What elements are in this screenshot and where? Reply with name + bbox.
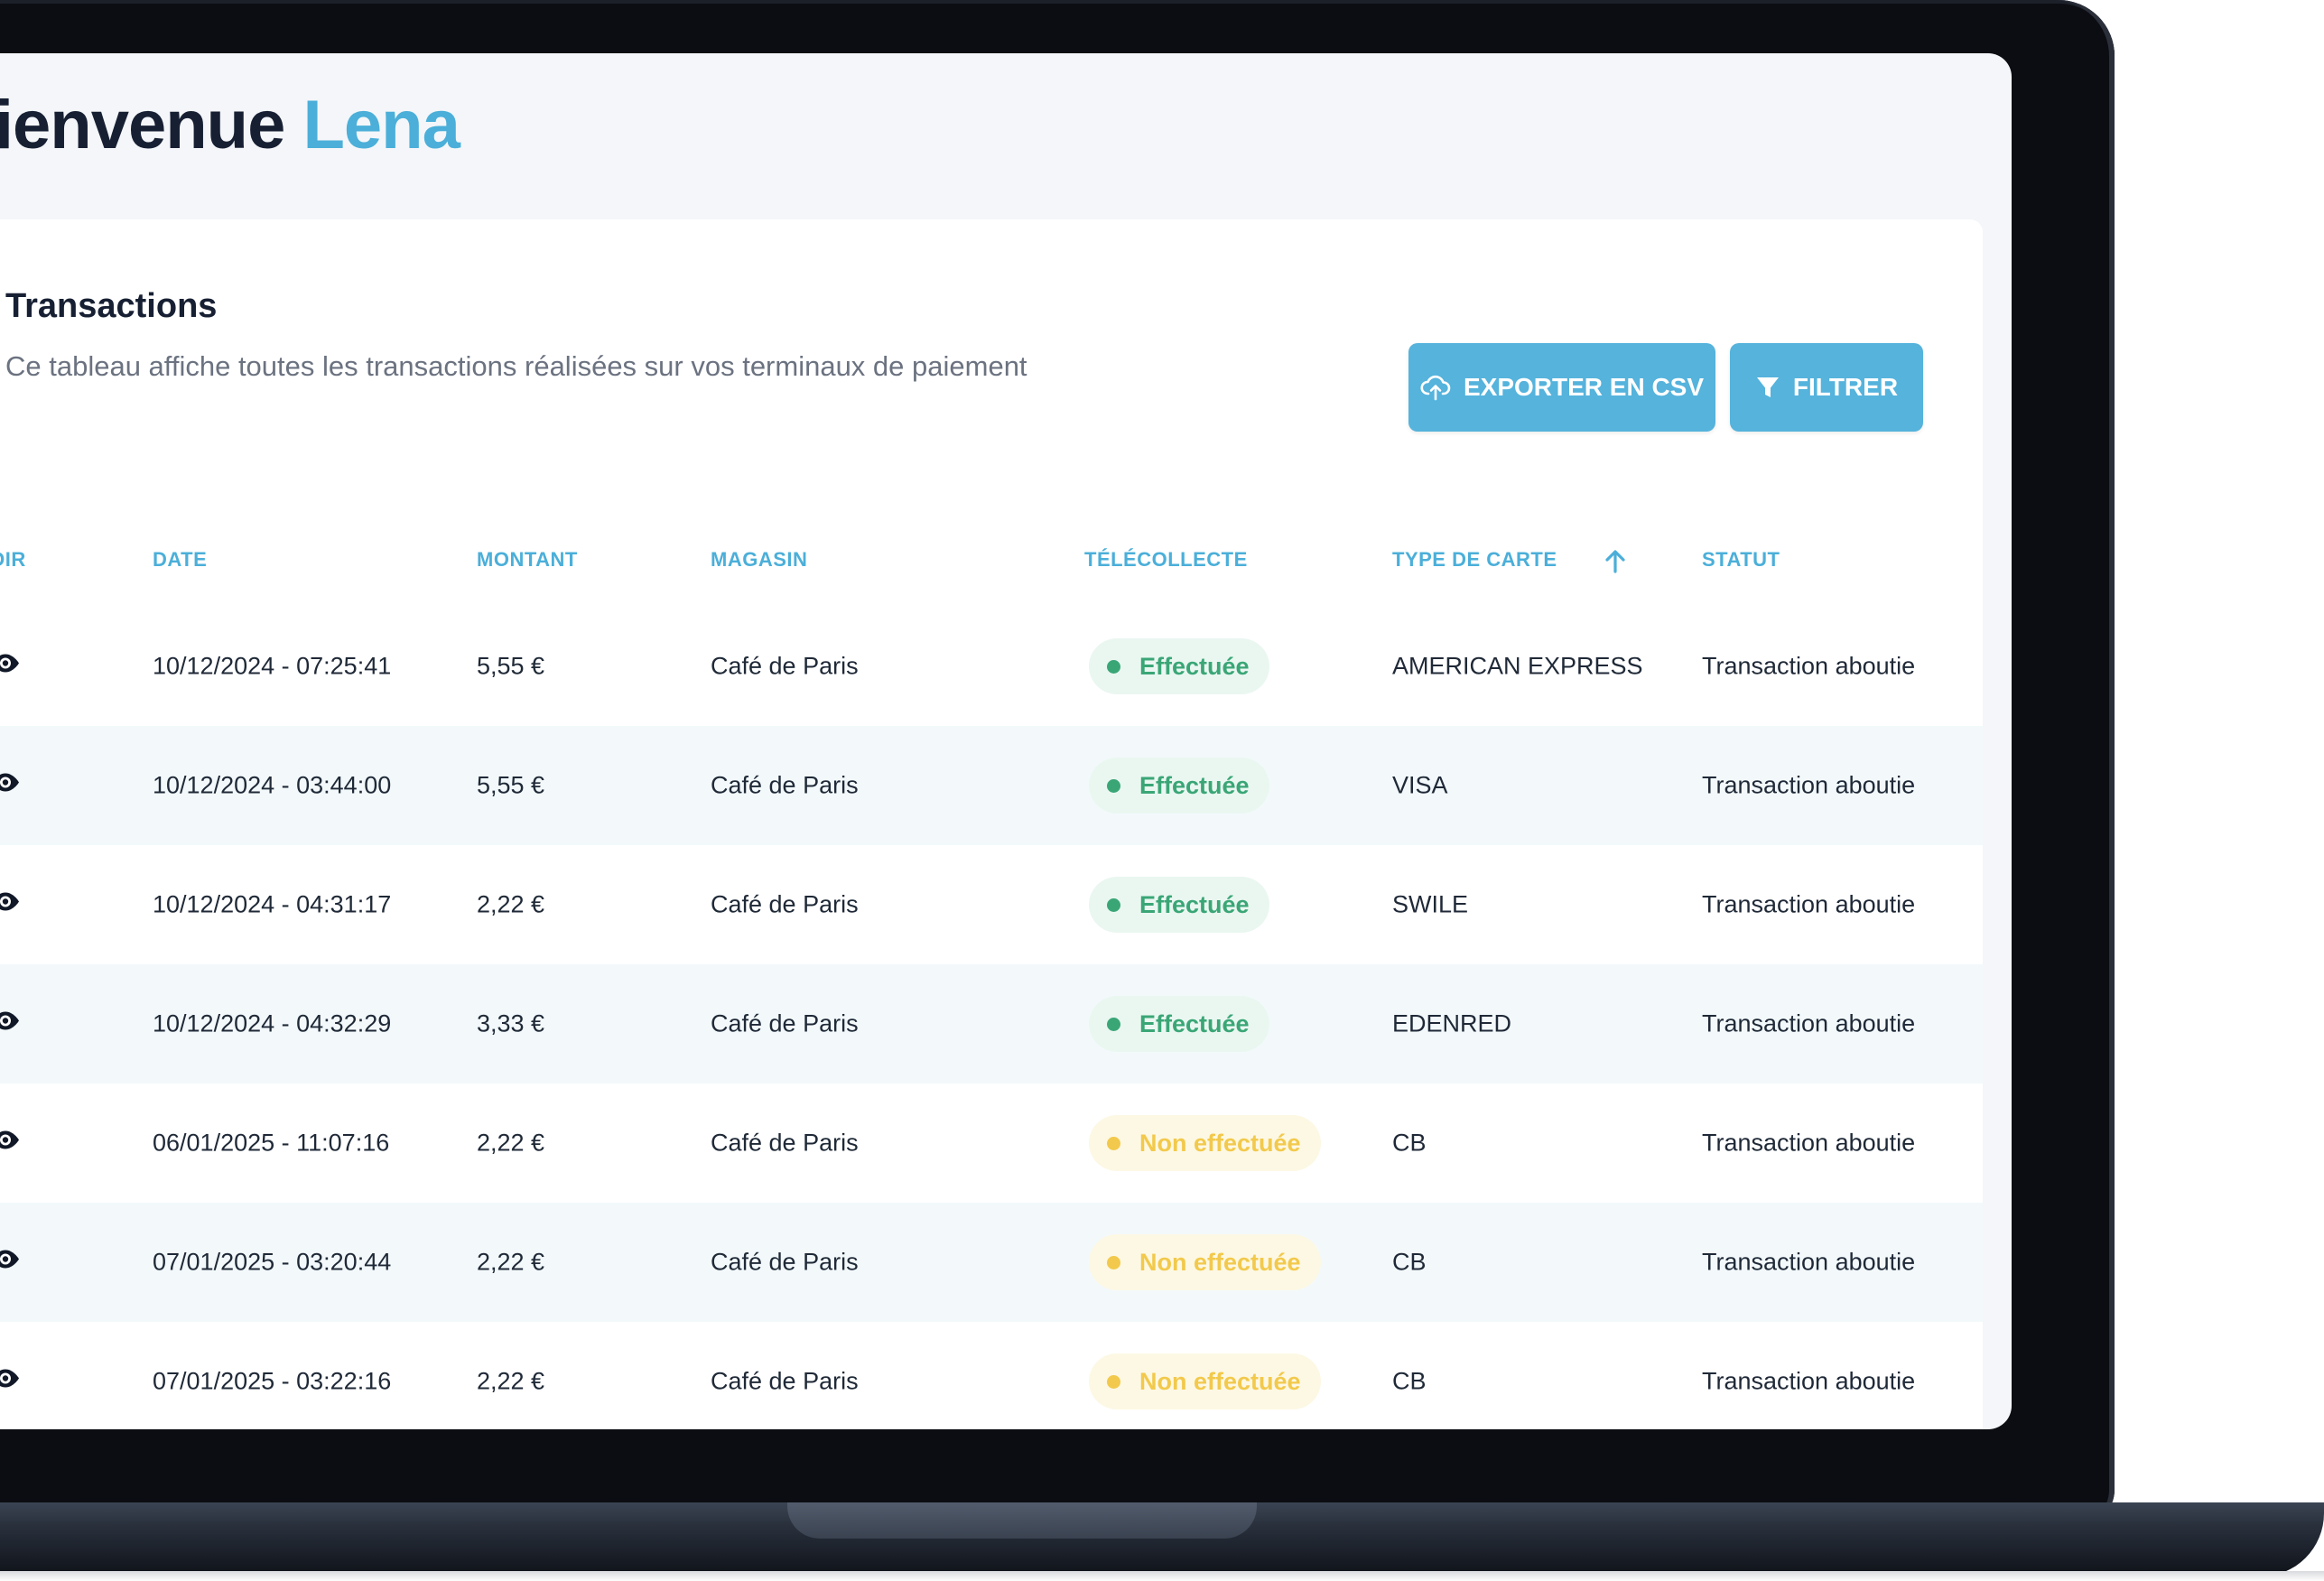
cell-card-type: AMERICAN EXPRESS bbox=[1392, 652, 1643, 680]
cell-amount: 2,22 € bbox=[477, 1248, 545, 1276]
cell-date: 10/12/2024 - 07:25:41 bbox=[153, 652, 392, 680]
cell-status: Transaction aboutie bbox=[1702, 1009, 1916, 1037]
telecollecte-badge: Effectuée bbox=[1089, 758, 1269, 814]
column-header-telecollecte[interactable]: TÉLÉCOLLECTE bbox=[1084, 548, 1248, 572]
laptop-mockup: Bienvenue Lena Transactions Ce tableau a… bbox=[0, 0, 2324, 1581]
table-row[interactable]: 06/01/2025 - 11:07:16 2,22 € Café de Par… bbox=[0, 1083, 1983, 1203]
eye-icon[interactable] bbox=[0, 891, 22, 919]
cell-card-type: VISA bbox=[1392, 771, 1448, 799]
cell-amount: 2,22 € bbox=[477, 890, 545, 918]
telecollecte-badge: Effectuée bbox=[1089, 996, 1269, 1052]
column-header-montant[interactable]: MONTANT bbox=[477, 548, 578, 572]
cell-amount: 2,22 € bbox=[477, 1129, 545, 1157]
table-row[interactable]: 10/12/2024 - 07:25:41 5,55 € Café de Par… bbox=[0, 607, 1983, 726]
filter-icon bbox=[1755, 375, 1780, 400]
eye-icon[interactable] bbox=[0, 1010, 22, 1038]
arrow-up-icon[interactable] bbox=[1604, 549, 1627, 579]
column-header-type-de-carte[interactable]: TYPE DE CARTE bbox=[1392, 548, 1557, 572]
table-row[interactable]: 07/01/2025 - 03:20:44 2,22 € Café de Par… bbox=[0, 1203, 1983, 1322]
cell-store: Café de Paris bbox=[711, 771, 859, 799]
column-header-date[interactable]: DATE bbox=[153, 548, 207, 572]
filter-label: FILTRER bbox=[1792, 373, 1899, 401]
cell-store: Café de Paris bbox=[711, 1367, 859, 1395]
telecollecte-badge: Non effectuée bbox=[1089, 1353, 1321, 1409]
laptop-bezel: Bienvenue Lena Transactions Ce tableau a… bbox=[0, 0, 2115, 1526]
cloud-upload-icon bbox=[1420, 374, 1451, 401]
cell-status: Transaction aboutie bbox=[1702, 890, 1916, 918]
cell-card-type: CB bbox=[1392, 1367, 1427, 1395]
cell-card-type: CB bbox=[1392, 1129, 1427, 1157]
laptop-shadow bbox=[0, 1571, 2324, 1581]
page-title: Bienvenue Lena bbox=[0, 86, 460, 164]
cell-date: 07/01/2025 - 03:22:16 bbox=[153, 1367, 392, 1395]
cell-card-type: EDENRED bbox=[1392, 1009, 1512, 1037]
cell-amount: 3,33 € bbox=[477, 1009, 545, 1037]
cell-store: Café de Paris bbox=[711, 652, 859, 680]
cell-date: 10/12/2024 - 04:31:17 bbox=[153, 890, 392, 918]
cell-status: Transaction aboutie bbox=[1702, 652, 1916, 680]
table-row[interactable]: 10/12/2024 - 03:44:00 5,55 € Café de Par… bbox=[0, 726, 1983, 845]
app-screen: Bienvenue Lena Transactions Ce tableau a… bbox=[0, 53, 2012, 1429]
cell-date: 06/01/2025 - 11:07:16 bbox=[153, 1129, 390, 1157]
export-csv-label: EXPORTER EN CSV bbox=[1463, 373, 1705, 401]
greeting-text: Bienvenue bbox=[0, 87, 285, 163]
cell-store: Café de Paris bbox=[711, 1009, 859, 1037]
eye-icon[interactable] bbox=[0, 772, 22, 800]
telecollecte-badge: Non effectuée bbox=[1089, 1234, 1321, 1290]
export-csv-button[interactable]: EXPORTER EN CSV bbox=[1408, 343, 1715, 432]
user-name: Lena bbox=[302, 87, 460, 163]
table-row[interactable]: 07/01/2025 - 03:22:16 2,22 € Café de Par… bbox=[0, 1322, 1983, 1429]
cell-date: 10/12/2024 - 04:32:29 bbox=[153, 1009, 392, 1037]
card-subtitle: Ce tableau affiche toutes les transactio… bbox=[5, 350, 1027, 382]
filter-button[interactable]: FILTRER bbox=[1730, 343, 1923, 432]
column-header-statut[interactable]: STATUT bbox=[1702, 548, 1780, 572]
cell-date: 10/12/2024 - 03:44:00 bbox=[153, 771, 392, 799]
cell-status: Transaction aboutie bbox=[1702, 771, 1916, 799]
cell-store: Café de Paris bbox=[711, 1129, 859, 1157]
column-header-voir: VOIR bbox=[0, 548, 26, 571]
telecollecte-badge: Effectuée bbox=[1089, 877, 1269, 933]
eye-icon[interactable] bbox=[0, 1249, 22, 1277]
telecollecte-badge: Non effectuée bbox=[1089, 1115, 1321, 1171]
cell-amount: 2,22 € bbox=[477, 1367, 545, 1395]
eye-icon[interactable] bbox=[0, 1368, 22, 1396]
transactions-card: Transactions Ce tableau affiche toutes l… bbox=[0, 219, 1983, 1429]
cell-status: Transaction aboutie bbox=[1702, 1367, 1916, 1395]
cell-store: Café de Paris bbox=[711, 1248, 859, 1276]
cell-amount: 5,55 € bbox=[477, 652, 545, 680]
cell-amount: 5,55 € bbox=[477, 771, 545, 799]
cell-status: Transaction aboutie bbox=[1702, 1248, 1916, 1276]
cell-card-type: CB bbox=[1392, 1248, 1427, 1276]
eye-icon[interactable] bbox=[0, 653, 22, 681]
column-header-magasin[interactable]: MAGASIN bbox=[711, 548, 807, 572]
card-title: Transactions bbox=[5, 287, 218, 325]
table-row[interactable]: 10/12/2024 - 04:32:29 3,33 € Café de Par… bbox=[0, 964, 1983, 1083]
cell-card-type: SWILE bbox=[1392, 890, 1469, 918]
cell-store: Café de Paris bbox=[711, 890, 859, 918]
table-row[interactable]: 10/12/2024 - 04:31:17 2,22 € Café de Par… bbox=[0, 845, 1983, 964]
telecollecte-badge: Effectuée bbox=[1089, 638, 1269, 694]
cell-date: 07/01/2025 - 03:20:44 bbox=[153, 1248, 392, 1276]
laptop-hinge-notch bbox=[787, 1502, 1257, 1539]
cell-status: Transaction aboutie bbox=[1702, 1129, 1916, 1157]
eye-icon[interactable] bbox=[0, 1130, 22, 1158]
